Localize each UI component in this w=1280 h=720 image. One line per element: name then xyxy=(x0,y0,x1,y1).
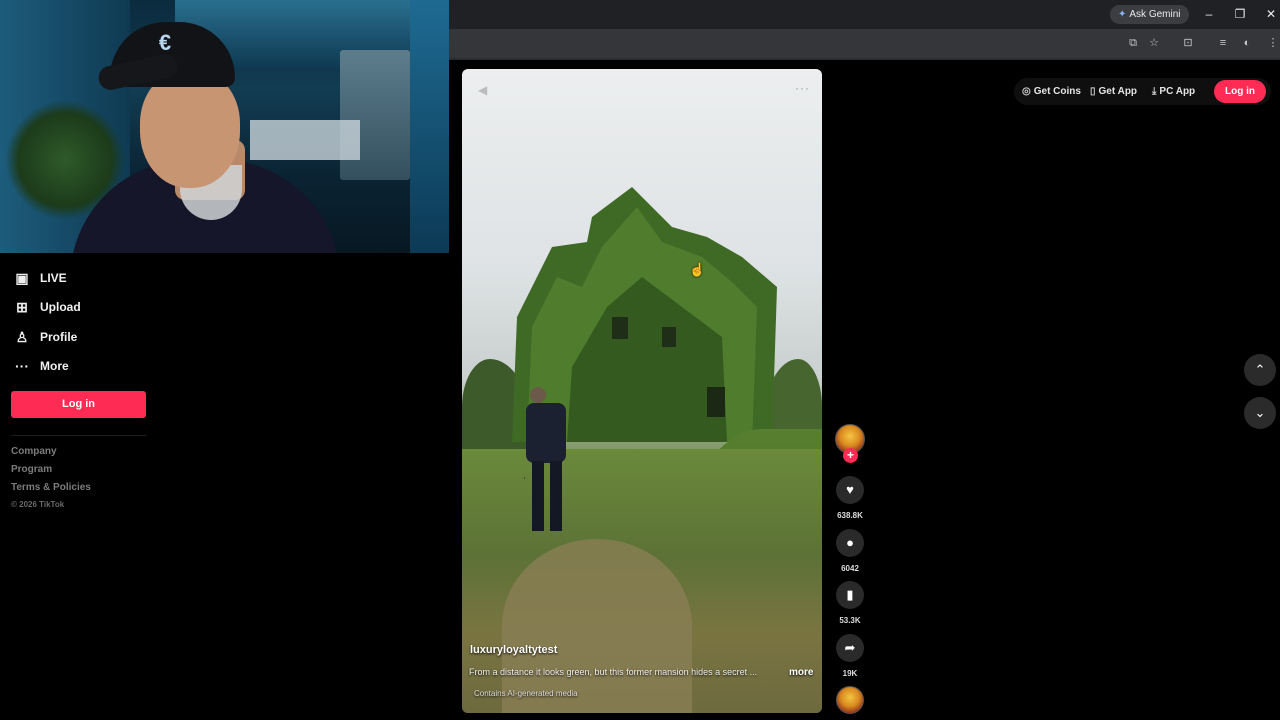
footer-link-terms[interactable]: Terms & Policies xyxy=(11,482,91,493)
chevron-up-icon: ⌃ xyxy=(1254,362,1266,377)
sidebar-item-live[interactable]: ▣ LIVE xyxy=(12,267,67,289)
caption-more-link[interactable]: more xyxy=(789,667,813,678)
chevron-down-icon: ⌄ xyxy=(1254,405,1266,420)
close-icon[interactable]: ✕ xyxy=(1261,5,1280,23)
ai-generated-label: Contains AI-generated media xyxy=(474,689,578,698)
next-video-button[interactable]: ⌄ xyxy=(1244,397,1276,429)
sidebar-item-profile[interactable]: ♙ Profile xyxy=(12,326,78,348)
heart-icon: ♥ xyxy=(846,482,854,497)
worker-figure xyxy=(524,387,566,531)
sidebar-item-upload[interactable]: ⊞ Upload xyxy=(12,296,81,318)
restore-icon[interactable]: ❐ xyxy=(1230,5,1250,23)
mouse-cursor-icon: ☝ xyxy=(689,262,706,277)
more-icon: ··· xyxy=(15,358,29,374)
webcam-counter xyxy=(250,120,360,160)
save-count: 53.3K xyxy=(839,616,861,625)
sound-disc-avatar[interactable] xyxy=(836,686,864,714)
like-count: 638.8K xyxy=(837,511,863,520)
get-coins-link[interactable]: ◎ Get Coins xyxy=(1022,78,1081,105)
bookmark-star-icon[interactable]: ☆ xyxy=(1145,35,1163,51)
webcam-cabinet xyxy=(410,0,449,253)
share-count: 19K xyxy=(842,669,858,678)
ask-gemini-label: Ask Gemini xyxy=(1129,9,1181,20)
webcam-person-face xyxy=(140,70,240,188)
previous-video-button[interactable]: ⌃ xyxy=(1244,354,1276,386)
sidebar-item-label: More xyxy=(40,359,69,373)
hat-logo-icon: € xyxy=(158,30,172,55)
coin-icon: ◎ xyxy=(1022,86,1031,97)
phone-icon: ▯ xyxy=(1090,86,1096,97)
get-coins-label: Get Coins xyxy=(1033,86,1081,97)
sidebar-item-more[interactable]: ··· More xyxy=(12,355,69,377)
sidebar-item-label: Upload xyxy=(40,300,81,314)
video-username[interactable]: luxuryloyaltytest xyxy=(470,644,557,656)
sidebar-divider xyxy=(11,435,146,436)
video-player[interactable]: ◀ ··· luxuryloyaltytest From a distance … xyxy=(462,69,822,713)
minimize-icon[interactable]: – xyxy=(1199,5,1219,23)
upload-icon: ⊞ xyxy=(16,298,28,315)
like-button[interactable]: ♥ xyxy=(836,476,864,504)
footer-link-program[interactable]: Program xyxy=(11,464,52,475)
sidebar-item-label: Profile xyxy=(40,330,78,344)
footer-link-company[interactable]: Company xyxy=(11,446,57,457)
mute-icon[interactable]: ◀ xyxy=(478,83,487,97)
lens-icon[interactable]: ⊡ xyxy=(1179,35,1197,51)
video-options-icon[interactable]: ··· xyxy=(795,81,810,95)
sidebar-login-button[interactable]: Log in xyxy=(11,391,146,418)
download-icon: ⤓ xyxy=(1152,86,1157,97)
get-app-link[interactable]: ▯ Get App xyxy=(1090,78,1137,105)
profile-icon: ♙ xyxy=(15,328,29,345)
comment-count: 6042 xyxy=(841,564,859,573)
live-icon: ▣ xyxy=(15,269,29,286)
pc-app-label: PC App xyxy=(1159,86,1196,97)
save-button[interactable]: ▮ xyxy=(836,581,864,609)
bookmark-icon: ▮ xyxy=(846,587,854,602)
share-icon: ➦ xyxy=(844,640,856,655)
sidebar: ▣ LIVE ⊞ Upload ♙ Profile ··· More Log i… xyxy=(0,253,160,720)
copyright: © 2026 TikTok xyxy=(11,500,65,509)
gemini-spark-icon: ✦ xyxy=(1118,9,1127,20)
comment-button[interactable]: ● xyxy=(836,529,864,557)
webcam-fridge xyxy=(340,50,410,180)
screen: ✦ Ask Gemini – ❐ ✕ ⧉ ☆ ⊡ ≡ ◐ ⋮ € ▣ LIVE ⊞… xyxy=(0,0,1280,720)
browser-menu-icon[interactable]: ⋮ xyxy=(1264,35,1280,51)
install-icon[interactable]: ⧉ xyxy=(1124,35,1142,51)
share-button[interactable]: ➦ xyxy=(836,634,864,662)
toolbar-divider xyxy=(449,58,1280,60)
comment-icon: ● xyxy=(846,535,854,550)
sidebar-item-label: LIVE xyxy=(40,271,67,285)
ask-gemini-button[interactable]: ✦ Ask Gemini xyxy=(1110,5,1189,24)
header-login-button[interactable]: Log in xyxy=(1214,80,1266,103)
video-caption: From a distance it looks green, but this… xyxy=(469,667,758,677)
get-app-label: Get App xyxy=(1098,86,1138,97)
extension-icon[interactable]: ◐ xyxy=(1238,35,1256,51)
pc-app-link[interactable]: ⤓ PC App xyxy=(1152,78,1195,105)
follow-plus-icon[interactable]: + xyxy=(843,448,858,463)
video-path xyxy=(502,539,692,713)
webcam-overlay: € xyxy=(0,0,449,253)
reading-list-icon[interactable]: ≡ xyxy=(1214,35,1232,51)
